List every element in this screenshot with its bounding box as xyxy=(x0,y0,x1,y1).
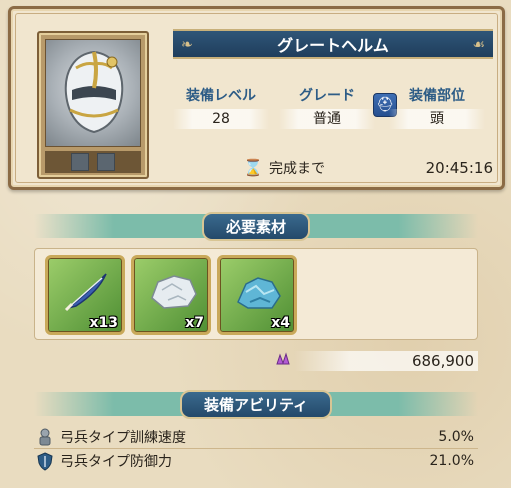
helmet-icon xyxy=(64,50,124,134)
item-name: グレートヘルム xyxy=(277,36,389,55)
stat-level-value: 28 xyxy=(173,109,269,129)
material-slot-crystal-ore[interactable]: x4 xyxy=(217,255,297,335)
item-name-banner: ❧ グレートヘルム ☙ xyxy=(173,29,493,59)
ability-header: 装備アビリティ xyxy=(34,389,478,419)
timer-value: 20:45:16 xyxy=(425,159,493,177)
stat-grade-label: グレード xyxy=(299,88,355,104)
material-quantity: x7 xyxy=(185,315,204,331)
hourglass-icon: ⌛ xyxy=(243,158,263,177)
ornament-icon: ☙ xyxy=(472,37,485,53)
material-quantity: x4 xyxy=(271,315,290,331)
stat-slot-value: 頭 xyxy=(389,109,485,129)
ability-label: 弓兵タイプ訓練速度 xyxy=(60,430,186,446)
ability-value: 5.0% xyxy=(438,429,474,445)
divider xyxy=(34,448,478,449)
feather-icon xyxy=(62,268,112,314)
stat-slot: 装備部位 頭 xyxy=(389,85,485,129)
stat-slot-label: 装備部位 xyxy=(409,88,465,104)
stat-level: 装備レベル 28 xyxy=(173,85,269,129)
stat-grade: グレード 普通 xyxy=(279,85,375,129)
ornament-icon: ❧ xyxy=(181,37,193,53)
ability-label: 弓兵タイプ防御力 xyxy=(60,454,172,470)
materials-title: 必要素材 xyxy=(201,211,310,241)
materials-header: 必要素材 xyxy=(34,211,478,241)
cost-value: 686,900 xyxy=(294,351,478,371)
gem-slots xyxy=(45,151,141,173)
shield-icon xyxy=(34,450,56,472)
item-detail-panel: ❧ グレートヘルム ☙ 装備レベル 28 グレード 普通 ⛑ 装備部位 頭 ⌛ … xyxy=(8,6,505,190)
stat-level-label: 装備レベル xyxy=(186,88,256,104)
material-quantity: x13 xyxy=(89,315,118,331)
ability-value: 21.0% xyxy=(429,453,474,469)
craft-timer: ⌛ 完成まで 20:45:16 xyxy=(243,157,493,179)
crystal-ore-icon xyxy=(234,268,284,314)
ability-row: 弓兵タイプ防御力 21.0% xyxy=(34,450,478,472)
material-slot-stone[interactable]: x7 xyxy=(131,255,211,335)
material-slot-feather[interactable]: x13 xyxy=(45,255,125,335)
purple-crystal-icon xyxy=(272,350,294,372)
archer-icon xyxy=(34,426,56,448)
ability-row: 弓兵タイプ訓練速度 5.0% xyxy=(34,426,478,448)
stone-icon xyxy=(148,268,198,314)
ability-title: 装備アビリティ xyxy=(179,389,333,419)
helmet-art xyxy=(45,39,141,147)
timer-label: 完成まで xyxy=(269,161,325,177)
cost-row: 686,900 xyxy=(272,350,478,372)
stat-grade-value: 普通 xyxy=(279,109,375,129)
gem-slot[interactable] xyxy=(71,153,89,171)
materials-list: x13 x7 x4 xyxy=(34,248,478,340)
gem-slot[interactable] xyxy=(97,153,115,171)
item-portrait xyxy=(37,31,149,179)
